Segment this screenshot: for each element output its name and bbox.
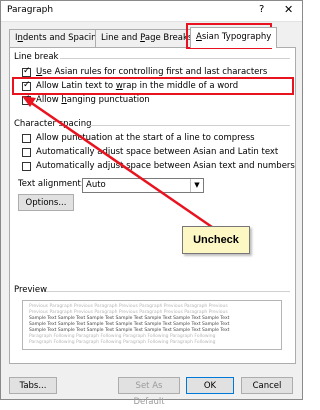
title-bar: Paragraph ? ✕: [1, 1, 302, 22]
option-label: Automatically adjust space between Asian…: [36, 161, 295, 171]
chevron-down-icon[interactable]: ▼: [190, 179, 203, 192]
checkbox[interactable]: [22, 94, 31, 105]
tab-line-and-page-breaks[interactable]: Line and Page Breaks: [95, 29, 199, 47]
option-label: Use Asian rules for controlling first an…: [36, 67, 268, 77]
latin-wrap-highlight: [12, 77, 294, 95]
preview-sample-text: Sample Text Sample Text Sample Text Samp…: [29, 322, 230, 327]
divider: [90, 125, 290, 126]
divider: [46, 291, 290, 292]
checkbox[interactable]: [22, 66, 31, 77]
option-label: Automatically adjust space between Asian…: [36, 147, 279, 157]
preview-sample-text: Sample Text Sample Text Sample Text Samp…: [29, 316, 230, 321]
character-spacing-heading: Character spacing: [14, 119, 92, 129]
tab-asian-typography[interactable]: Asian Typography: [190, 27, 278, 48]
preview-sample-text: Sample Text Sample Text Sample Text Samp…: [29, 328, 230, 333]
preview-previous-text: Previous Paragraph Previous Paragraph Pr…: [29, 304, 228, 309]
text-alignment-select[interactable]: Auto ▼: [82, 178, 204, 193]
set-as-default-button[interactable]: Set As Default: [118, 377, 180, 407]
line-break-heading: Line break: [14, 52, 59, 62]
help-button[interactable]: ?: [259, 4, 264, 15]
preview-heading: Preview: [14, 285, 48, 295]
paragraph-dialog: Paragraph ? ✕ Indents and Spacing Line a…: [0, 0, 303, 407]
checkbox[interactable]: [22, 162, 31, 171]
cancel-button[interactable]: Cancel: [241, 377, 293, 394]
checkbox[interactable]: [22, 134, 31, 143]
tab-indents-and-spacing[interactable]: Indents and Spacing: [9, 29, 108, 47]
preview-previous-text: Previous Paragraph Previous Paragraph Pr…: [29, 310, 228, 315]
option-label: Allow hanging punctuation: [36, 95, 150, 105]
divider: [60, 58, 290, 59]
tabs-button[interactable]: Tabs...: [9, 377, 57, 394]
preview-following-text: Paragraph Following Paragraph Following …: [29, 334, 216, 339]
preview-following-text: Paragraph Following Paragraph Following …: [29, 340, 216, 345]
text-alignment-label: Text alignment:: [18, 179, 84, 189]
select-value: Auto: [86, 180, 106, 190]
uncheck-callout: Uncheck: [182, 226, 250, 254]
checkbox[interactable]: [22, 148, 31, 157]
ok-button[interactable]: OK: [186, 377, 234, 394]
preview-box: Previous Paragraph Previous Paragraph Pr…: [22, 300, 282, 350]
option-label: Allow punctuation at the start of a line…: [36, 133, 255, 143]
options-button[interactable]: Options...: [18, 194, 74, 211]
close-button[interactable]: ✕: [284, 3, 293, 16]
dialog-title: Paragraph: [7, 5, 54, 15]
